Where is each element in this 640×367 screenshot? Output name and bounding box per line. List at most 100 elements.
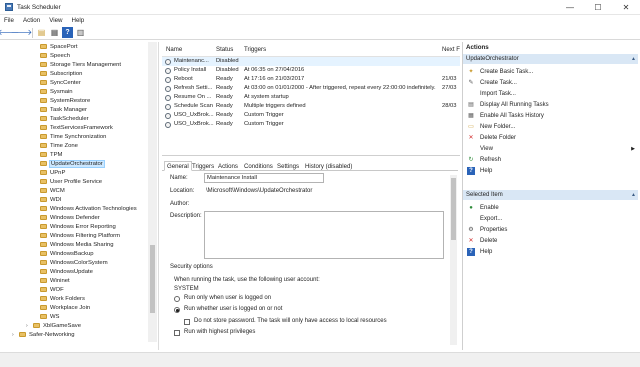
tab-conditions[interactable]: Conditions [242,161,275,171]
tab-actions[interactable]: Actions [216,161,240,171]
show-hide-pane-icon[interactable]: ▥ [75,27,86,38]
tree-item[interactable]: WindowsColorSystem [40,258,108,267]
tree-item-selected[interactable]: UpdateOrchestrator [40,159,105,168]
tree-item[interactable]: Work Folders [40,294,85,303]
menu-action[interactable]: Action [23,17,40,24]
tree-item[interactable]: Windows Activation Technologies [40,204,137,213]
action-enable[interactable]: ● Enable [463,202,638,213]
folder-icon [40,268,47,275]
task-row[interactable]: USO_UxBrok... Ready Custom Trigger [162,120,460,129]
tree-item[interactable]: Windows Defender [40,213,100,222]
tree-item[interactable]: Windows Filtering Platform [40,231,120,240]
minimize-button[interactable]: — [556,0,584,15]
action-import-task[interactable]: Import Task... [463,88,638,99]
task-icon [165,112,171,119]
tree-item[interactable]: Sysmain [40,87,73,96]
column-header-triggers[interactable]: Triggers [244,46,266,53]
tree-item[interactable]: Task Manager [40,105,87,114]
action-delete[interactable]: ✕ Delete [463,235,638,246]
tree-item[interactable]: SyncCenter [40,78,81,87]
action-properties[interactable]: ⚙ Properties [463,224,638,235]
folder-icon [40,187,47,194]
action-display-running-tasks[interactable]: ▤ Display All Running Tasks [463,99,638,110]
actions-section-selected-item[interactable]: Selected Item ▲ [463,190,638,200]
tree-item[interactable]: Time Synchronization [40,132,106,141]
tree-item[interactable]: TPM [40,150,62,159]
task-row[interactable]: Schedule Scan Ready Multiple triggers defi… [162,102,460,111]
tree-item[interactable]: Windows Error Reporting [40,222,116,231]
tree-item[interactable]: WS [40,312,60,321]
folder-icon [40,124,47,131]
tree-item[interactable]: WindowsUpdate [40,267,93,276]
column-header-next-run[interactable]: Next F [442,46,460,53]
tree-item[interactable]: Storage Tiers Management [40,60,121,69]
tree-scrollbar-thumb[interactable] [150,245,155,313]
action-refresh[interactable]: ↻ Refresh [463,154,638,165]
forward-arrow-icon[interactable]: 🡒 [11,27,32,38]
action-help-selected[interactable]: ? Help [463,246,638,257]
close-button[interactable]: ✕ [612,0,640,15]
menu-help[interactable]: Help [72,17,85,24]
tree-item[interactable]: Time Zone [40,141,78,150]
action-delete-folder[interactable]: ✕ Delete Folder [463,132,638,143]
action-enable-history[interactable]: ▦ Enable All Tasks History [463,110,638,121]
folder-icon[interactable]: ▤ [36,27,47,38]
collapse-caret-icon[interactable]: ▲ [631,56,636,62]
tree-item[interactable]: WDI [40,195,61,204]
description-field[interactable] [204,211,444,259]
task-row[interactable]: Reboot Ready At 17:16 on 21/03/2017 21/03 [162,75,460,84]
folder-icon [40,223,47,230]
tree-item[interactable]: WindowsBackup [40,249,94,258]
tree-item[interactable]: SystemRestore [40,96,90,105]
do-not-store-password-checkbox[interactable] [184,319,190,325]
action-new-folder[interactable]: ▭ New Folder... [463,121,638,132]
expand-arrow-icon[interactable]: › [26,323,32,329]
tree-item[interactable]: UPnP [40,168,65,177]
collapse-caret-icon[interactable]: ▲ [631,192,636,198]
tree-item[interactable]: SpacePort [40,42,78,51]
folder-icon [40,250,47,257]
task-row[interactable]: Maintenanc... Disabled [162,57,460,66]
action-create-task[interactable]: ✎ Create Task... [463,77,638,88]
tree-item[interactable]: Windows Media Sharing [40,240,114,249]
expand-arrow-icon[interactable]: › [12,332,18,338]
tree-item-safer-networking[interactable]: › Safer-Networking [12,330,75,339]
tree-item[interactable]: TextServicesFramework [40,123,113,132]
maximize-button[interactable]: ☐ [584,0,612,15]
task-row[interactable]: Refresh Setti... Ready At 03:00 on 01/01/2… [162,84,460,93]
tree-item[interactable]: Speech [40,51,70,60]
actions-section-updateorchestrator[interactable]: UpdateOrchestrator ▲ [463,54,638,64]
details-scrollbar-thumb[interactable] [451,178,456,240]
task-row[interactable]: Resume On ... Ready At system startup [162,93,460,102]
tree-item[interactable]: Subscription [40,69,82,78]
tree-item[interactable]: Wininet [40,276,70,285]
tab-general[interactable]: General [164,161,192,171]
menu-file[interactable]: File [4,17,14,24]
help-icon[interactable]: ? [62,27,73,38]
run-whether-logged-on-radio[interactable] [174,307,180,313]
action-create-basic-task[interactable]: ✦ Create Basic Task... [463,66,638,77]
run-only-logged-on-radio[interactable] [174,296,180,302]
tree-item[interactable]: TaskScheduler [40,114,89,123]
task-name-field[interactable]: Maintenance Install [204,173,324,183]
task-row[interactable]: USO_UxBrok... Ready Custom Trigger [162,111,460,120]
run-highest-privileges-checkbox[interactable] [174,330,180,336]
tree-item[interactable]: WCM [40,186,65,195]
properties-icon[interactable]: ▦ [49,27,60,38]
tree-item[interactable]: User Profile Service [40,177,102,186]
task-row[interactable]: Policy Install Disabled At 06:35 on 27/04/… [162,66,460,75]
tab-settings[interactable]: Settings [275,161,301,171]
action-view[interactable]: View ▶ [463,143,638,154]
tree-item[interactable]: WOF [40,285,64,294]
action-export[interactable]: Export... [463,213,638,224]
tree-item-xblgamesave[interactable]: › XblGameSave [26,321,81,330]
tab-history[interactable]: History (disabled) [303,161,354,171]
tree-item[interactable]: Workplace Join [40,303,90,312]
submenu-arrow-icon: ▶ [631,145,635,152]
action-help[interactable]: ? Help [463,165,638,176]
tab-triggers[interactable]: Triggers [190,161,216,171]
task-icon [165,103,171,110]
column-header-name[interactable]: Name [166,46,182,53]
menu-view[interactable]: View [49,17,62,24]
column-header-status[interactable]: Status [216,46,233,53]
